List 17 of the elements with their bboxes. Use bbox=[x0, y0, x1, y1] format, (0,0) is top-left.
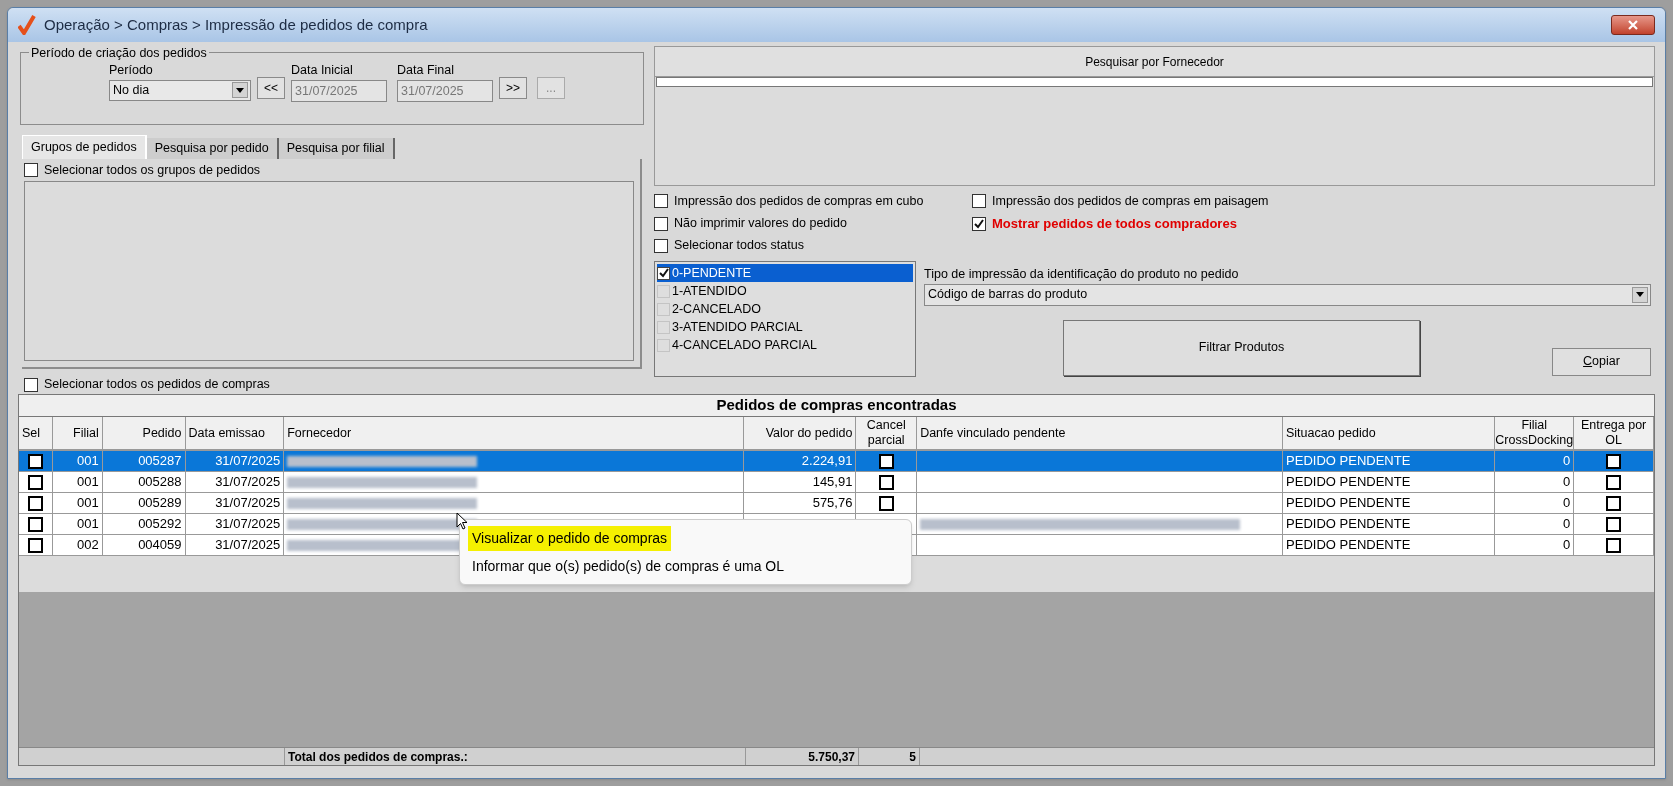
table-title: Pedidos de compras encontradas bbox=[19, 395, 1654, 417]
field-label: Período bbox=[109, 62, 154, 79]
field-label: Data Inicial bbox=[291, 62, 354, 79]
checkbox-label: Impressão dos pedidos de compras em paisagem bbox=[992, 193, 1269, 210]
checkbox-label: Não imprimir valores do pedido bbox=[674, 215, 847, 233]
checkbox-label: Selecionar todos os grupos de pedidos bbox=[44, 162, 261, 179]
totals-label: Total dos pedidos de compras.: bbox=[285, 748, 746, 765]
checkbox-label: Selecionar todos status bbox=[674, 237, 804, 255]
totals-value: 5.750,37 bbox=[746, 748, 859, 765]
checkbox-label: Selecionar todos os pedidos de compras bbox=[44, 376, 270, 394]
checkbox-label: Impressão dos pedidos de compras em cubo bbox=[674, 193, 924, 210]
totals-count: 5 bbox=[859, 748, 920, 765]
field-label: Tipo de impressão da identificação do produto no pedido bbox=[924, 266, 1240, 283]
checkbox-label: Mostrar pedidos de todos compradores bbox=[992, 214, 1237, 233]
field-label: Data Final bbox=[397, 62, 455, 79]
panel-header: Pesquisar por Fornecedor bbox=[655, 47, 1654, 77]
window-title: Operação > Compras > Impressão de pedidos de compra bbox=[44, 14, 428, 35]
